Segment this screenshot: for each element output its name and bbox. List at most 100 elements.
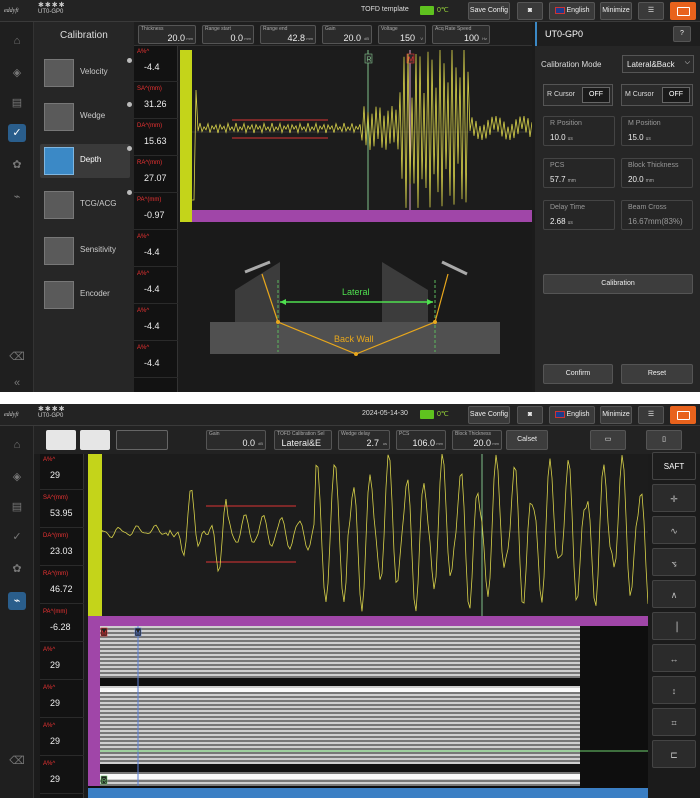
battery-status-icon (670, 406, 696, 424)
saft-button[interactable]: SAFT (652, 452, 696, 480)
home-icon[interactable]: ⌂ (8, 436, 26, 454)
scan-axis-bar[interactable] (88, 788, 648, 798)
horizontal-arrows-icon[interactable]: ↔ (652, 644, 696, 672)
param-box[interactable]: Thickness 20.0 mm (138, 25, 196, 44)
cal-item-velocity[interactable]: Velocity (40, 56, 132, 90)
top-bar: eddyfi ✱✱✱✱ UT0-GP0 TOFD template 0℃ Save… (0, 0, 700, 22)
param-box[interactable]: PCS 106.0 mm (396, 430, 446, 450)
layers-icon[interactable]: ◈ (8, 468, 26, 486)
document-icon[interactable]: ▯ (646, 430, 682, 450)
panel-title: UT0-GP0 (545, 29, 584, 39)
param-box[interactable]: Wedge delay 2.7 us (338, 430, 390, 450)
camera-icon[interactable]: ◙ (517, 2, 543, 20)
crosshair-icon[interactable]: ✛ (652, 484, 696, 512)
encoder-icon (44, 281, 74, 309)
param-value: 0.0 (230, 33, 243, 43)
param-label: Range end (263, 26, 288, 32)
mode-select[interactable]: Lateral&Back ⌵ (622, 55, 694, 73)
param-box[interactable]: Gain 20.0 dB (322, 25, 372, 44)
paw-icon[interactable]: ✿ (8, 156, 26, 174)
arrow-head (427, 299, 433, 305)
arrow-head (280, 299, 286, 305)
param-value: 100 (463, 33, 479, 43)
trash-icon[interactable]: ⌫ (8, 348, 26, 366)
minimize-button[interactable]: Minimize (600, 406, 632, 424)
confirm-button[interactable]: Confirm (543, 364, 613, 384)
folder-icon[interactable]: ▭ (590, 430, 626, 450)
left-nav: ⌂ ◈ ▤ ✓ ✿ ⌁ ⌫ (0, 426, 34, 798)
cal-item-depth[interactable]: Depth (40, 144, 132, 178)
cal-item-encoder[interactable]: Encoder (40, 278, 130, 312)
help-button[interactable]: ? (673, 26, 691, 42)
arch-icon[interactable]: ∧ (652, 580, 696, 608)
field-box: PCS 57.7 mm (543, 158, 615, 188)
readout-label: SA^(mm) (43, 495, 68, 501)
calibration-icon[interactable]: ✓ (8, 124, 26, 142)
wave-icon[interactable]: ∿ (652, 516, 696, 544)
readout-value: 53.95 (50, 508, 73, 518)
paw-icon[interactable]: ✿ (8, 560, 26, 578)
layers-icon[interactable]: ◈ (8, 64, 26, 82)
device-name: UT0-GP0 (38, 413, 64, 419)
readout-item: A%^ -4.4 (134, 233, 178, 267)
a-scan-view[interactable] (88, 454, 648, 616)
envelope-icon[interactable] (80, 430, 110, 450)
field-value: 16.67mm(83%) (628, 217, 685, 226)
device-indicator[interactable]: ✱✱✱✱ UT0-GP0 (38, 406, 65, 420)
param-label: Block Thickness (455, 431, 492, 437)
save-config-button[interactable]: Save Config (468, 2, 510, 20)
cal-item-tcg[interactable]: TCG/ACG (40, 188, 132, 222)
camera-icon[interactable]: ◙ (517, 406, 543, 424)
calibration-icon[interactable]: ✓ (8, 528, 26, 546)
display-icon[interactable]: ▤ (8, 94, 26, 112)
layout-icon[interactable] (46, 430, 76, 450)
param-box[interactable]: Range start 0.0 mm (202, 25, 254, 44)
save-config-button[interactable]: Save Config (468, 406, 510, 424)
a-scan-view[interactable]: R M (180, 50, 532, 222)
param-box[interactable]: Block Thickness 20.0 mm (452, 430, 502, 450)
reset-button[interactable]: Reset (621, 364, 693, 384)
r-cursor-label: R Cursor (547, 91, 576, 98)
menu-icon[interactable]: ☰ (638, 406, 664, 424)
collapse-icon[interactable]: « (8, 374, 26, 392)
param-box[interactable]: Acq Rate Speed 100 Hz (432, 25, 490, 44)
ramp-icon[interactable]: ⦪ (652, 548, 696, 576)
m-cursor-label: M (408, 57, 414, 64)
home-icon[interactable]: ⌂ (8, 32, 26, 50)
r-cursor-toggle[interactable]: R Cursor OFF (543, 84, 613, 106)
readout-value: 46.72 (50, 584, 73, 594)
param-box[interactable]: Voltage 150 V (378, 25, 426, 44)
menu-icon[interactable]: ☰ (638, 2, 664, 20)
param-toolbar: Thickness 20.0 mm Range start 0.0 mm Range end… (134, 22, 532, 46)
calset-button[interactable]: Calset (506, 430, 548, 450)
trash-icon[interactable]: ⌫ (8, 752, 26, 770)
b-scan-view[interactable]: M M R (88, 626, 648, 798)
cal-item-wedge[interactable]: Wedge (40, 100, 132, 134)
param-box[interactable]: TOFD Calibration Sel Lateral&E (274, 430, 332, 450)
m-cursor-toggle[interactable]: M Cursor OFF (621, 84, 693, 106)
chart-icon[interactable]: ⌁ (8, 592, 26, 610)
vertical-arrows-icon[interactable]: ↕ (652, 676, 696, 704)
index-bar[interactable] (88, 616, 648, 626)
chart-icon[interactable]: ⌁ (8, 188, 26, 206)
battery-icon (420, 6, 434, 15)
crop-icon[interactable]: ⌗ (652, 708, 696, 736)
display-icon[interactable]: ▤ (8, 498, 26, 516)
peak-icon[interactable]: ▕ (652, 612, 696, 640)
readout-value: -0.97 (144, 210, 165, 220)
minimize-button[interactable]: Minimize (600, 2, 632, 20)
param-box[interactable]: Gain 0.0 dB (206, 430, 266, 450)
language-button[interactable]: English (549, 406, 595, 424)
view-toggle-icon[interactable] (116, 430, 168, 450)
device-indicator[interactable]: ✱✱✱✱ UT0-GP0 (38, 2, 65, 16)
param-box[interactable]: Range end 42.8 mm (260, 25, 316, 44)
language-button[interactable]: English (549, 2, 595, 20)
probe-icon[interactable]: ⊏ (652, 740, 696, 768)
calibration-button[interactable]: Calibration (543, 274, 693, 294)
cal-item-sensitivity[interactable]: Sensitivity (40, 234, 130, 268)
m-cursor-state: OFF (662, 87, 690, 103)
param-unit: mm (306, 36, 313, 41)
readout-item: A%^ -4.4 (134, 307, 178, 341)
field-box: Block Thickness 20.0 mm (621, 158, 693, 188)
index-bar[interactable] (192, 210, 532, 222)
